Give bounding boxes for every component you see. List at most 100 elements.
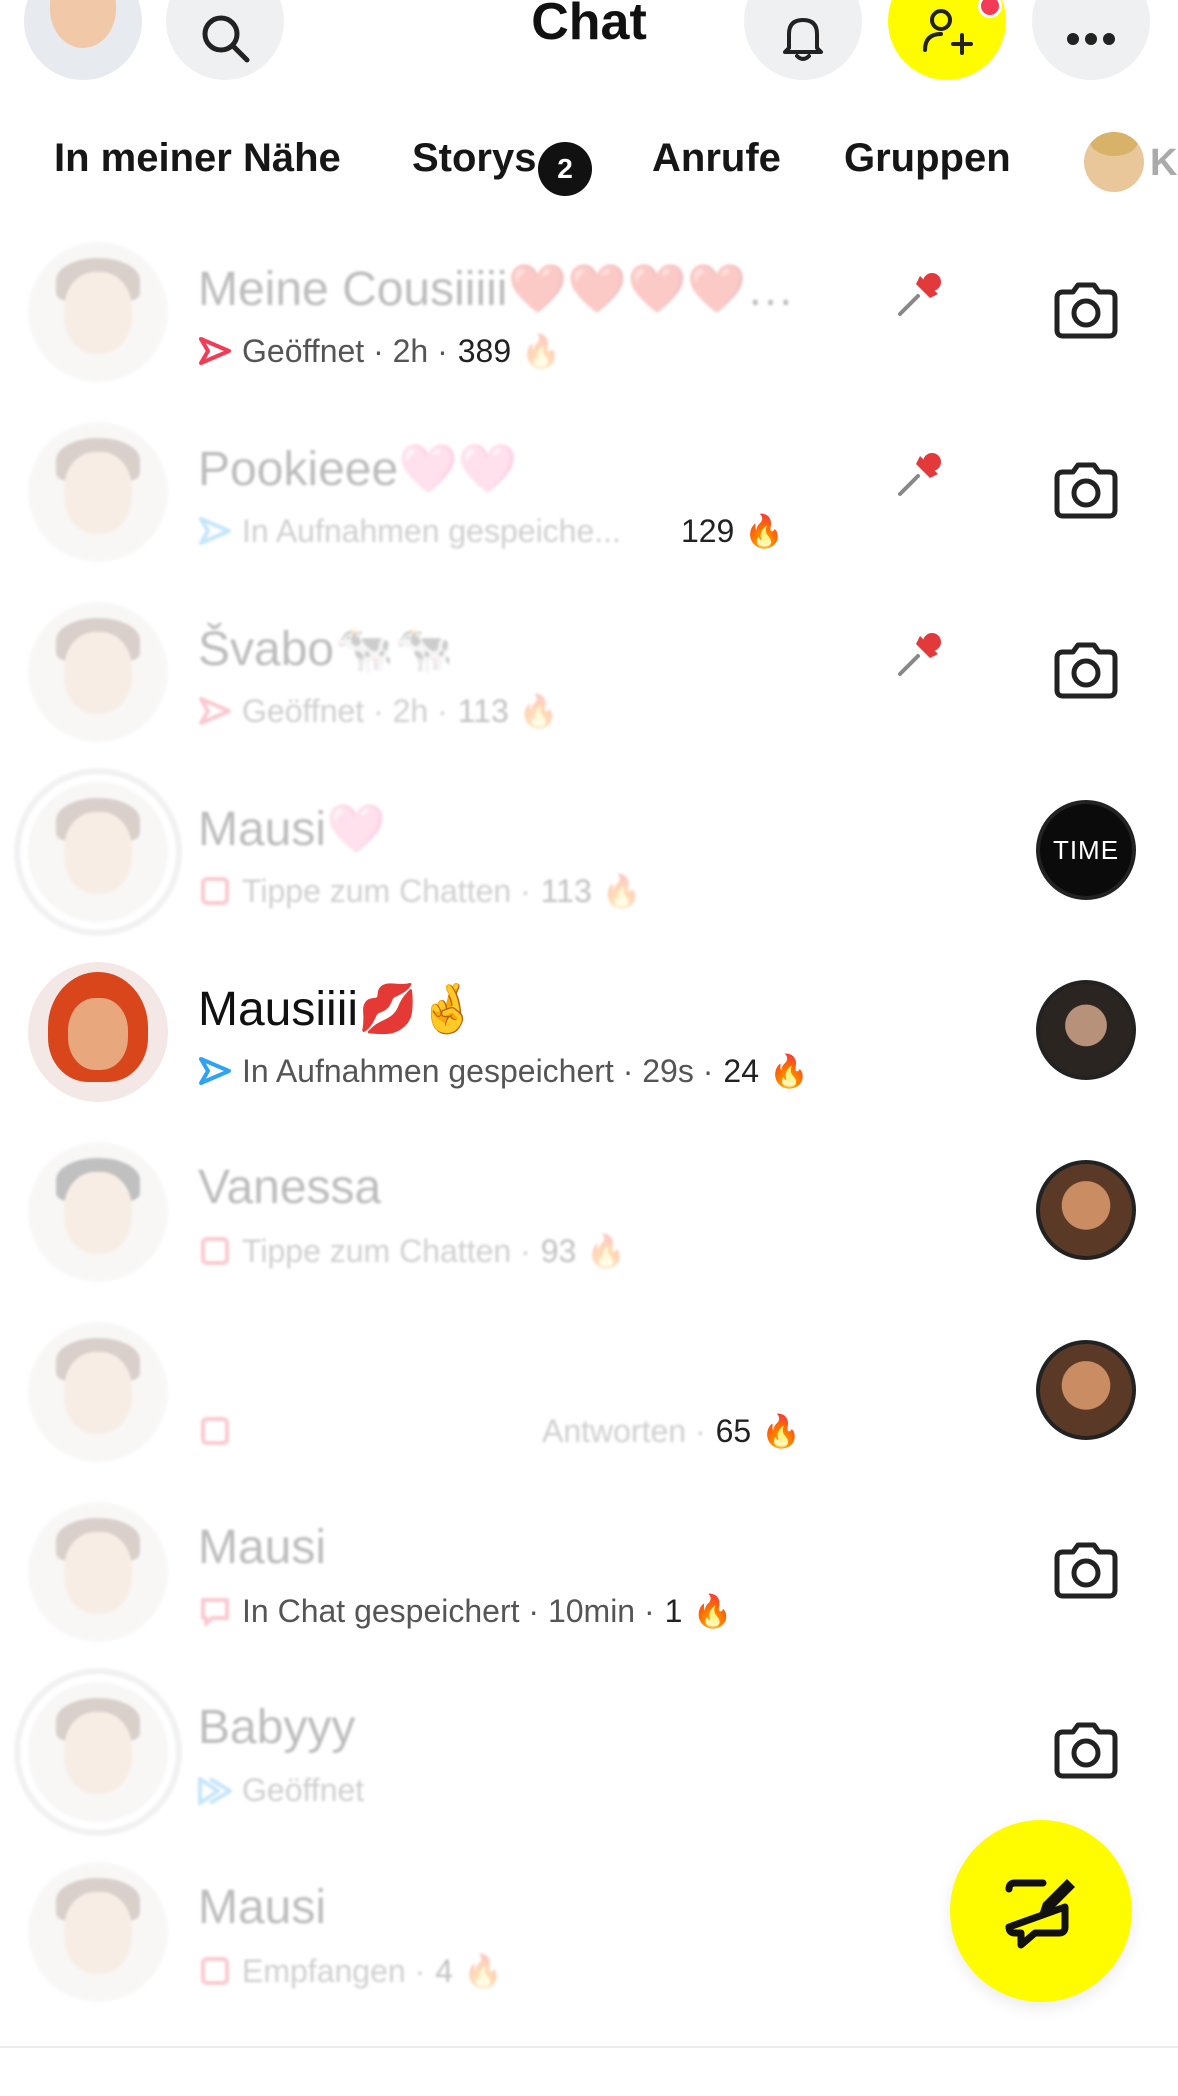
streak-count: 129 <box>680 512 735 549</box>
tab-groups[interactable]: Gruppen <box>844 136 1011 181</box>
compose-chat-icon <box>1005 1879 1075 1949</box>
streak-count: 113 <box>540 872 592 909</box>
chat-status-text: Geöffnet <box>242 1772 365 1808</box>
chat-status: Tippe zum Chatten · 93 🔥 <box>198 1232 626 1270</box>
chat-row[interactable]: Antworten · 65 🔥 <box>0 1300 1178 1480</box>
sent-blue-arrow-icon <box>198 514 232 548</box>
header: Chat <box>0 0 1178 110</box>
camera-icon <box>1054 282 1118 339</box>
streak-count: 1 <box>664 1592 683 1629</box>
chat-name: Meine Cousiiiii❤️❤️❤️❤️… <box>198 263 795 316</box>
avatar <box>28 1322 168 1462</box>
chat-status: Empfangen · 4 🔥 <box>198 1952 503 1990</box>
streak-count: 113 <box>457 692 509 729</box>
fire-icon: 🔥 <box>768 1052 809 1090</box>
avatar <box>28 962 168 1102</box>
notifications-button[interactable] <box>744 0 862 80</box>
chat-status-text: Tippe zum Chatten · <box>242 872 531 909</box>
camera-button[interactable] <box>1036 440 1136 540</box>
chat-name: Babyyy <box>198 1701 356 1754</box>
camera-button[interactable] <box>1036 1520 1136 1620</box>
tab-nearby[interactable]: In meiner Nähe <box>54 136 341 181</box>
chat-status: In Aufnahmen gespeichert · 29s · 24 🔥 <box>198 1052 809 1090</box>
chat-row[interactable]: Pookieee🩷🩷 In Aufnahmen gespeiche... 129… <box>0 400 1178 580</box>
sent-blue-double-icon <box>198 1774 232 1808</box>
avatar <box>28 1502 168 1642</box>
avatar <box>28 242 168 382</box>
more-icon <box>1067 33 1115 45</box>
bell-icon <box>783 18 823 61</box>
tab-stories[interactable]: Storys <box>412 136 537 181</box>
avatar <box>28 1862 168 2002</box>
camera-button[interactable] <box>1036 620 1136 720</box>
chat-row[interactable]: Mausi In Chat gespeichert · 10min · 1 🔥 <box>0 1480 1178 1660</box>
streak-count: 24 <box>723 1052 759 1089</box>
chat-name: Švabo🐄🐄 <box>198 623 454 676</box>
pin-icon <box>898 273 941 316</box>
chat-name: Mausi <box>198 1881 327 1934</box>
story-button[interactable]: TIME <box>1036 800 1136 900</box>
chat-status: Antworten · 65 🔥 <box>198 1412 801 1450</box>
camera-icon <box>1054 1542 1118 1599</box>
tab-friend-avatar[interactable] <box>1084 132 1144 192</box>
chat-name: Mausiiii💋🤞 <box>198 983 478 1036</box>
chat-status-text: Geöffnet · 2h · <box>242 332 448 369</box>
chat-row[interactable]: Babyyy Geöffnet <box>0 1660 1178 1840</box>
camera-icon <box>1054 1722 1118 1779</box>
streak-count: 93 <box>540 1232 577 1269</box>
pin-icon <box>898 633 941 676</box>
chat-name: Mausi🩷 <box>198 803 386 856</box>
chat-status: Geöffnet <box>198 1772 364 1809</box>
chat-status: In Aufnahmen gespeiche... 129 🔥 <box>198 512 784 550</box>
tab-calls[interactable]: Anrufe <box>652 136 781 181</box>
chat-name: Pookieee🩷🩷 <box>198 443 518 496</box>
chat-status: Geöffnet · 2h · 389 🔥 <box>198 332 561 370</box>
chat-row[interactable]: Meine Cousiiiii❤️❤️❤️❤️… Geöffnet · 2h ·… <box>0 220 1178 400</box>
chat-status: Geöffnet · 2h · 113 🔥 <box>198 692 559 730</box>
chat-red-box-icon <box>198 1414 232 1448</box>
pin-icon <box>898 453 941 496</box>
camera-icon <box>1054 462 1118 519</box>
story-button[interactable] <box>1036 1160 1136 1260</box>
chat-name: Mausi <box>198 1521 327 1574</box>
sent-red-arrow-icon <box>198 694 232 728</box>
chat-status-text: Empfangen · <box>242 1952 426 1989</box>
chat-status-text: In Aufnahmen gespeichert · 29s · <box>242 1052 714 1089</box>
chat-status: In Chat gespeichert · 10min · 1 🔥 <box>198 1592 732 1630</box>
fire-icon: 🔥 <box>744 512 785 550</box>
new-chat-button[interactable] <box>950 1820 1132 2002</box>
story-button[interactable] <box>1036 1340 1136 1440</box>
camera-button[interactable] <box>1036 260 1136 360</box>
more-button[interactable] <box>1032 0 1150 80</box>
chat-row[interactable]: Mausiiii💋🤞 In Aufnahmen gespeichert · 29… <box>0 940 1178 1120</box>
streak-count: 389 <box>457 332 512 369</box>
chat-status-text: Geöffnet · 2h · <box>242 692 448 729</box>
streak-count: 4 <box>435 1952 454 1989</box>
story-time-label: TIME <box>1052 834 1120 865</box>
stories-count-badge: 2 <box>538 142 592 196</box>
chat-status-text: Tippe zum Chatten · <box>242 1232 531 1269</box>
avatar <box>28 602 168 742</box>
chat-status-text: In Chat gespeichert · 10min · <box>242 1592 655 1629</box>
avatar <box>28 1682 168 1822</box>
tab-friend-label[interactable]: K <box>1150 142 1177 185</box>
fire-icon: 🔥 <box>761 1412 802 1450</box>
story-button[interactable] <box>1036 980 1136 1080</box>
filter-tabs: In meiner Nähe Storys 2 Anrufe Gruppen K <box>0 128 1178 198</box>
chat-row[interactable]: Vanessa Tippe zum Chatten · 93 🔥 <box>0 1120 1178 1300</box>
camera-button[interactable] <box>1036 1700 1136 1800</box>
fire-icon: 🔥 <box>463 1952 503 1990</box>
fire-icon: 🔥 <box>518 692 559 730</box>
chat-red-box-icon <box>198 1954 232 1988</box>
streak-count: 65 <box>715 1412 752 1449</box>
chat-row[interactable]: Švabo🐄🐄 Geöffnet · 2h · 113 🔥 <box>0 580 1178 760</box>
chat-status-text: Antworten · <box>542 1412 706 1449</box>
sent-red-arrow-icon <box>198 334 232 368</box>
chat-row[interactable]: Mausi🩷 Tippe zum Chatten · 113 🔥 TIME <box>0 760 1178 940</box>
avatar <box>28 422 168 562</box>
sent-blue-arrow-icon <box>198 1054 232 1088</box>
avatar <box>28 1142 168 1282</box>
fire-icon: 🔥 <box>521 332 561 370</box>
avatar <box>28 782 168 922</box>
add-friend-icon <box>923 9 973 55</box>
